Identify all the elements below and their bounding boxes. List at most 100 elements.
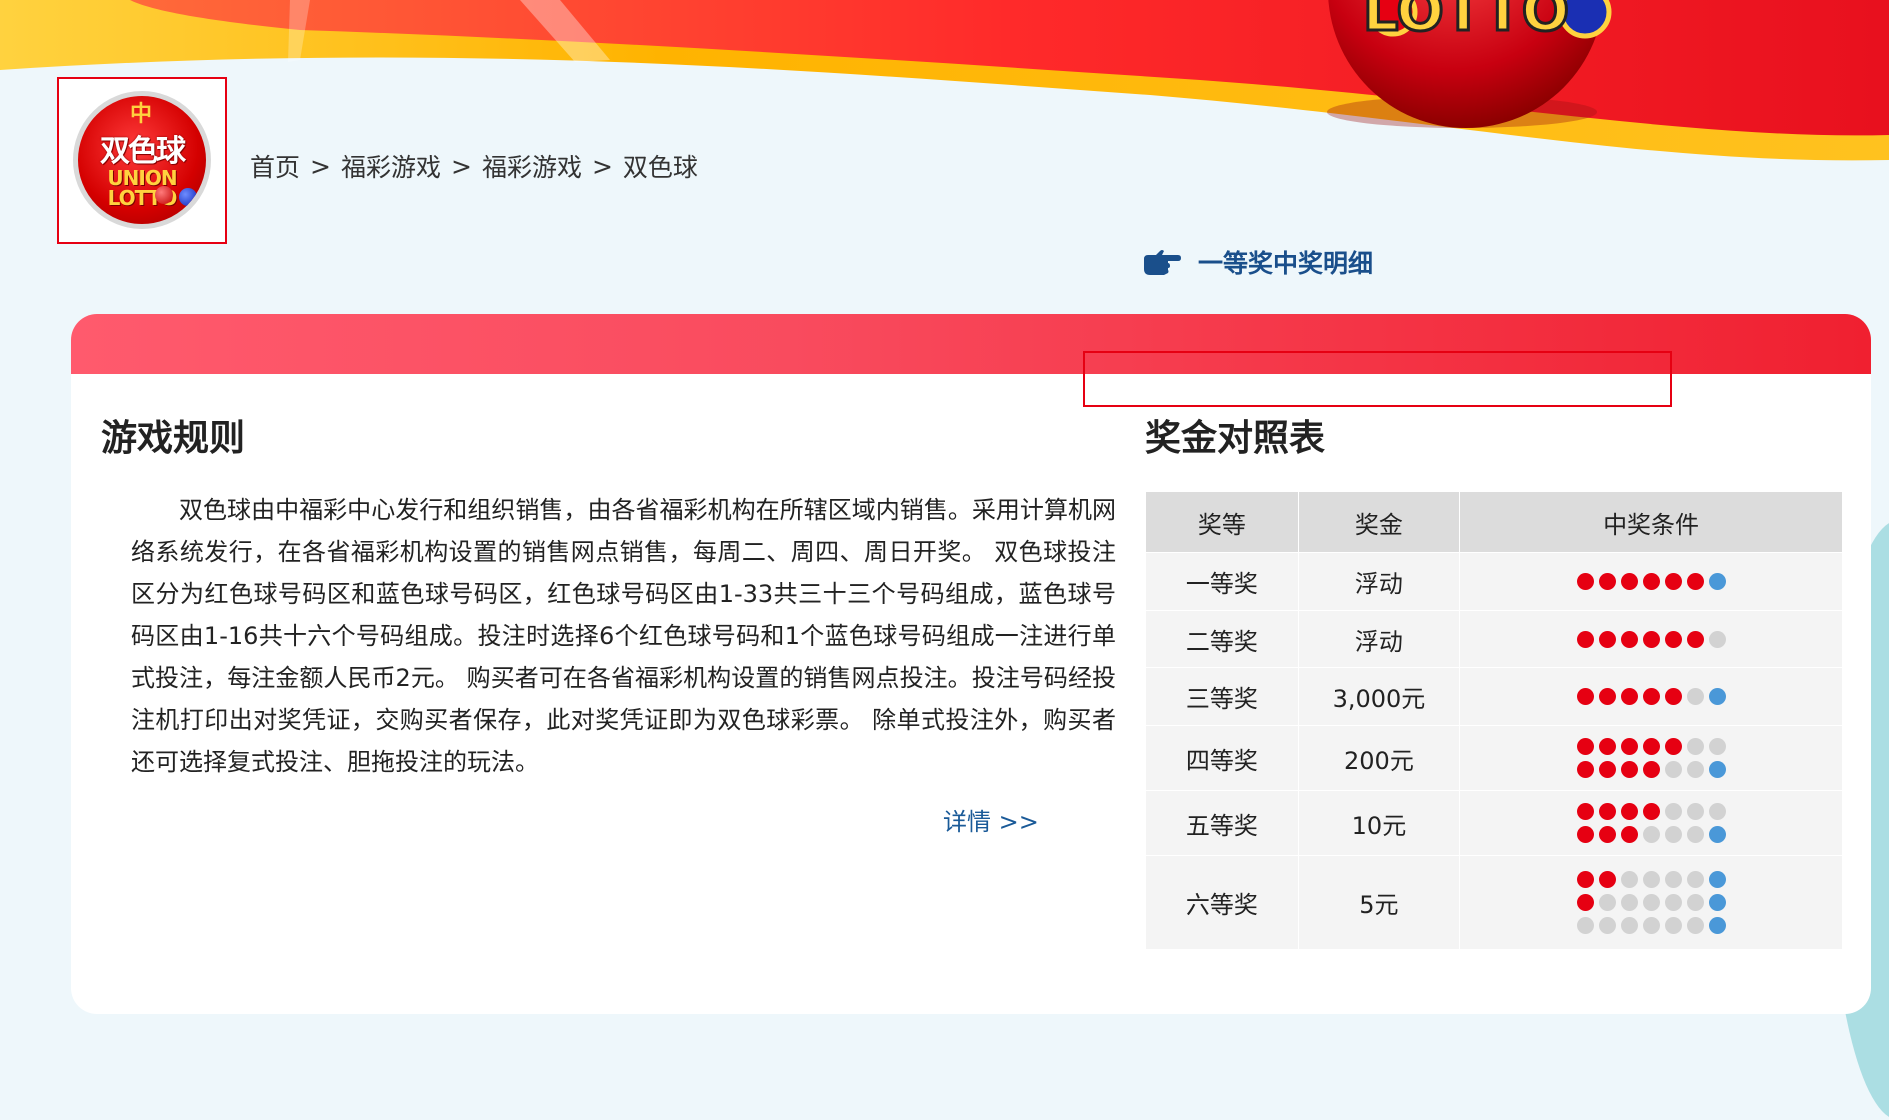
prize-row: 一等奖 浮动 [1146,552,1842,611]
red-ball-icon [1686,630,1704,648]
blue-ball-icon [1708,916,1726,934]
blue-ball-icon [1708,870,1726,888]
red-ball-icon [1664,688,1682,705]
rules-title: 游戏规则 [101,418,246,459]
red-ball-icon [1620,573,1638,590]
welfare-lottery-mark-icon: 中 [129,102,152,127]
breadcrumb-welfare-games[interactable]: 福彩游戏 [341,148,441,184]
logo-cn-text: 双色球 [100,134,186,169]
prize-row: 三等奖 3,000元 [1146,667,1842,726]
card-header-bar [71,314,1871,374]
rules-body: 双色球由中福彩中心发行和组织销售，由各省福彩机构在所辖区域内销售。采用计算机网络… [131,496,1116,776]
breadcrumb-current: 双色球 [622,153,698,182]
game-info-card: 游戏规则 双色球由中福彩中心发行和组织销售，由各省福彩机构在所辖区域内销售。采用… [71,314,1871,1014]
logo-emblem: 中 双色球 UNION LOTTO [73,91,211,229]
prize-amount: 5元 [1298,855,1461,949]
header-level: 奖等 [1146,492,1299,553]
unmatched-ball-icon [1620,870,1638,888]
prize-row: 六等奖 5元 [1146,855,1842,949]
unmatched-ball-icon [1664,761,1682,778]
ball-combination [1461,868,1841,891]
prize-amount: 浮动 [1298,552,1461,611]
header-conditions: 中奖条件 [1459,492,1842,553]
blue-ball-icon [1708,688,1726,705]
unmatched-ball-icon [1708,803,1726,820]
prize-amount: 200元 [1298,725,1461,791]
prize-level: 三等奖 [1146,667,1299,726]
red-ball-icon [1620,688,1638,705]
unmatched-ball-icon [1708,738,1726,755]
red-ball-icon [1664,738,1682,755]
unmatched-ball-icon [1664,803,1682,820]
breadcrumb-welfare-games-2[interactable]: 福彩游戏 [482,148,582,184]
red-ball-icon [1642,630,1660,648]
unmatched-ball-icon [1686,761,1704,778]
first-prize-details-link[interactable]: 一等奖中奖明细 [1142,244,1373,280]
red-ball-icon [1598,738,1616,755]
red-ball-icon [1642,803,1660,820]
prize-level: 六等奖 [1146,855,1299,949]
unmatched-ball-icon [1642,893,1660,911]
red-ball-icon [1576,761,1594,778]
red-ball-icon [1576,870,1594,888]
prize-conditions [1459,667,1842,726]
red-ball-icon [1576,826,1594,843]
unmatched-ball-icon [1686,870,1704,888]
prize-amount: 10元 [1298,790,1461,856]
unmatched-ball-icon [1686,916,1704,934]
red-ball-icon [1664,630,1682,648]
first-prize-details-label: 一等奖中奖明细 [1198,249,1374,278]
red-ball-icon [1598,573,1616,590]
breadcrumb: 首页 > 福彩游戏 > 福彩游戏 > 双色球 [250,148,698,184]
breadcrumb-separator: > [310,151,331,181]
red-ball-icon [1576,688,1594,705]
red-ball-icon [1620,826,1638,843]
red-ball-icon [1642,738,1660,755]
red-ball-icon [155,186,173,204]
red-ball-icon [1620,630,1638,648]
prize-row: 二等奖 浮动 [1146,610,1842,668]
prize-table: 奖等 奖金 中奖条件 一等奖 浮动 二等奖 浮动 三等奖 3,000元 四等奖 200元 五等奖… [1146,492,1842,949]
unmatched-ball-icon [1664,893,1682,911]
red-ball-icon [1620,761,1638,778]
prize-table-header-row: 奖等 奖金 中奖条件 [1146,492,1842,553]
breadcrumb-home[interactable]: 首页 [250,148,300,184]
red-ball-icon [1642,688,1660,705]
unmatched-ball-icon [1664,870,1682,888]
unmatched-ball-icon [1576,916,1594,934]
unmatched-ball-icon [1664,916,1682,934]
prize-level: 五等奖 [1146,790,1299,856]
ball-combination [1461,685,1841,708]
red-ball-icon [1686,573,1704,590]
ball-combination [1461,823,1841,846]
header-amount: 奖金 [1298,492,1461,553]
ball-combination [1461,891,1841,914]
red-ball-icon [1576,630,1594,648]
unmatched-ball-icon [1598,916,1616,934]
red-ball-icon [1620,738,1638,755]
prize-conditions [1459,552,1842,611]
unmatched-ball-icon [1708,630,1726,648]
unmatched-ball-icon [1686,738,1704,755]
prize-conditions [1459,855,1842,949]
unmatched-ball-icon [1598,893,1616,911]
red-ball-icon [1642,761,1660,778]
ball-combination [1461,800,1841,823]
unmatched-ball-icon [1664,826,1682,843]
prize-amount: 浮动 [1298,610,1461,668]
red-ball-icon [1598,761,1616,778]
blue-ball-icon [1708,573,1726,590]
red-ball-icon [1598,688,1616,705]
prize-level: 一等奖 [1146,552,1299,611]
prize-amount: 3,000元 [1298,667,1461,726]
breadcrumb-separator: > [591,151,613,181]
unmatched-ball-icon [1686,826,1704,843]
red-ball-icon [1576,803,1594,820]
red-ball-icon [1576,573,1594,590]
union-lotto-logo[interactable]: 中 双色球 UNION LOTTO [57,77,227,244]
ball-combination [1461,914,1841,937]
prize-level: 二等奖 [1146,610,1299,668]
rules-detail-link[interactable]: 详情 >> [943,802,1039,837]
header-banner: LOTTO [0,0,1889,161]
unmatched-ball-icon [1686,688,1704,705]
